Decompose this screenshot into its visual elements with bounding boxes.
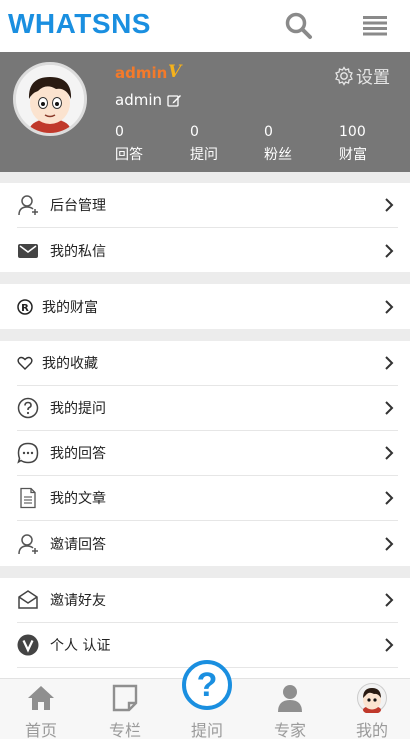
stat-label: 回答 xyxy=(115,147,143,163)
section-divider xyxy=(0,272,410,284)
menu-item-articles[interactable]: 我的文章 xyxy=(17,476,398,521)
nav-expert[interactable]: 专家 xyxy=(249,679,331,739)
nav-label: 专栏 xyxy=(108,721,141,739)
stat-value: 0 xyxy=(190,124,199,140)
column-icon xyxy=(112,684,138,712)
top-bar: WHATSNS xyxy=(0,0,410,52)
nav-label: 提问 xyxy=(190,721,223,739)
verified-v-icon xyxy=(17,634,39,656)
stat-label: 财富 xyxy=(339,147,367,163)
menu-item-invite-friends[interactable]: 邀请好友 xyxy=(17,578,398,623)
menu-label: 我的文章 xyxy=(50,491,106,507)
avatar xyxy=(357,683,387,713)
vip-badge: V xyxy=(168,62,182,82)
menu-button[interactable] xyxy=(360,13,390,39)
menu-label: 我的财富 xyxy=(42,299,98,316)
stat-value: 100 xyxy=(339,124,366,140)
menu-label: 个人 认证 xyxy=(50,638,111,654)
stat-value: 0 xyxy=(115,124,124,140)
settings-label: 设置 xyxy=(356,68,390,88)
stat-wealth[interactable]: 100 财富 xyxy=(339,124,367,164)
section-divider xyxy=(0,172,410,183)
settings-button[interactable]: 设置 xyxy=(334,63,390,88)
section-divider xyxy=(0,566,410,578)
menu-label: 后台管理 xyxy=(50,198,106,214)
heart-icon xyxy=(17,352,33,374)
menu-item-answers[interactable]: 我的回答 xyxy=(17,431,398,476)
chevron-right-icon xyxy=(385,491,394,505)
chevron-right-icon xyxy=(385,593,394,607)
expert-icon xyxy=(278,685,302,712)
stat-label: 提问 xyxy=(190,147,218,163)
stat-followers[interactable]: 0 粉丝 xyxy=(264,124,292,164)
menu-item-wealth[interactable]: R 我的财富 xyxy=(17,284,398,329)
envelope-icon xyxy=(17,240,39,262)
avatar[interactable] xyxy=(13,62,87,136)
user-add-icon xyxy=(17,533,39,555)
ask-question-button[interactable]: ? xyxy=(182,660,232,710)
stat-label: 粉丝 xyxy=(264,147,292,163)
document-icon xyxy=(17,487,39,509)
stat-value: 0 xyxy=(264,124,273,140)
chevron-right-icon xyxy=(385,243,394,258)
nav-column[interactable]: 专栏 xyxy=(84,679,166,739)
edit-icon[interactable] xyxy=(167,93,182,108)
menu-label: 我的私信 xyxy=(50,243,106,260)
nav-mine[interactable]: 我的 xyxy=(331,679,410,739)
stat-questions[interactable]: 0 提问 xyxy=(190,124,218,164)
user-add-icon xyxy=(17,194,39,216)
menu-label: 我的回答 xyxy=(50,446,106,462)
chevron-right-icon xyxy=(385,198,394,212)
app-logo[interactable]: WHATSNS xyxy=(8,8,151,40)
menu-label: 我的收藏 xyxy=(42,356,98,372)
chevron-right-icon xyxy=(385,638,394,652)
menu-item-questions[interactable]: 我的提问 xyxy=(17,386,398,431)
inbox-icon xyxy=(17,589,39,611)
menu-item-admin[interactable]: 后台管理 xyxy=(17,183,398,228)
username-row: admin xyxy=(115,91,182,109)
chevron-right-icon xyxy=(385,446,394,460)
menu-item-messages[interactable]: 我的私信 xyxy=(17,228,398,273)
registered-icon: R xyxy=(17,296,33,318)
nav-label: 专家 xyxy=(273,721,306,739)
nav-home[interactable]: 首页 xyxy=(0,679,82,739)
question-circle-icon xyxy=(17,397,39,419)
stat-answers[interactable]: 0 回答 xyxy=(115,124,143,164)
search-button[interactable] xyxy=(284,11,314,41)
svg-text:R: R xyxy=(21,303,29,314)
chevron-right-icon xyxy=(385,299,394,314)
username-highlight[interactable]: admin xyxy=(115,64,167,82)
chevron-right-icon xyxy=(385,536,394,551)
menu-label: 邀请好友 xyxy=(50,593,106,609)
search-icon xyxy=(285,12,312,39)
menu-icon xyxy=(363,16,387,36)
gear-icon xyxy=(335,65,353,86)
menu-label: 我的提问 xyxy=(50,401,106,417)
chevron-right-icon xyxy=(385,401,394,415)
chevron-right-icon xyxy=(385,356,394,370)
profile-header: admin V 设置 admin 0 回答 0 提问 0 粉丝 100 财富 xyxy=(0,52,410,172)
nav-label: 首页 xyxy=(24,721,57,739)
menu-item-invite-answer[interactable]: 邀请回答 xyxy=(17,521,398,566)
nav-label: 我的 xyxy=(355,721,388,739)
menu-label: 邀请回答 xyxy=(50,536,106,553)
menu-item-favorites[interactable]: 我的收藏 xyxy=(17,341,398,386)
home-icon xyxy=(28,686,54,710)
username: admin xyxy=(115,91,162,109)
question-icon: ? xyxy=(196,666,218,704)
chat-bubble-icon xyxy=(17,442,39,464)
section-divider xyxy=(0,329,410,341)
